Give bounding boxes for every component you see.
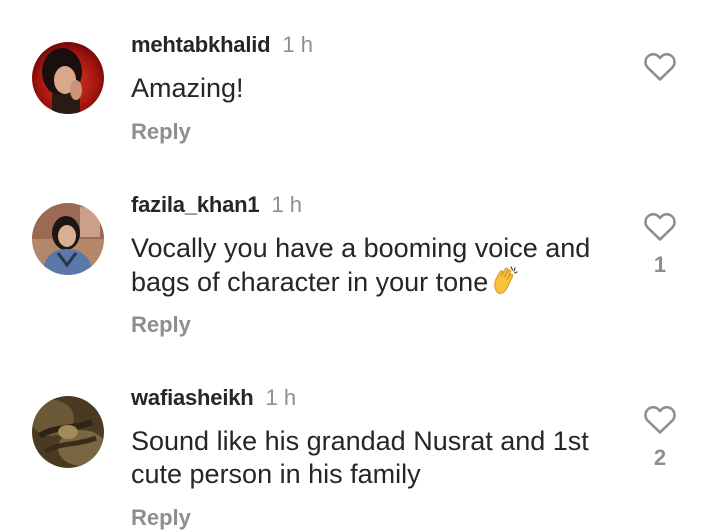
like-button[interactable] [640, 210, 680, 246]
avatar[interactable] [32, 42, 104, 114]
comment-meta: mehtabkhalid 1 h [131, 31, 313, 59]
username[interactable]: wafiasheikh [131, 385, 254, 410]
comment-text: Amazing! [131, 73, 244, 103]
reply-button[interactable]: Reply [131, 504, 191, 532]
avatar-image [32, 396, 104, 468]
avatar-image [32, 42, 104, 114]
heart-outline-icon [644, 53, 676, 81]
username[interactable]: fazila_khan1 [131, 192, 260, 217]
reply-button[interactable]: Reply [131, 311, 191, 339]
comment-text-content: Vocally you have a booming voice and bag… [131, 233, 591, 297]
comment-text: Vocally you have a booming voice and bag… [131, 232, 631, 299]
timestamp: 1 h [282, 32, 314, 57]
avatar[interactable] [32, 203, 104, 275]
comment-meta: fazila_khan1 1 h [131, 191, 302, 219]
like-button[interactable] [640, 50, 680, 86]
comment-meta: wafiasheikh 1 h [131, 384, 296, 412]
reply-button[interactable]: Reply [131, 118, 191, 146]
like-count[interactable]: 2 [640, 445, 680, 471]
avatar[interactable] [32, 396, 104, 468]
like-count[interactable]: 1 [640, 252, 680, 278]
timestamp: 1 h [265, 385, 297, 410]
username[interactable]: mehtabkhalid [131, 32, 271, 57]
avatar-image [32, 203, 104, 275]
timestamp: 1 h [271, 192, 303, 217]
clapping-hands-emoji [490, 265, 520, 295]
comment-text: Sound like his grandad Nusrat and 1st cu… [131, 426, 589, 489]
heart-outline-icon [644, 213, 676, 241]
heart-outline-icon [644, 406, 676, 434]
like-button[interactable] [640, 403, 680, 439]
